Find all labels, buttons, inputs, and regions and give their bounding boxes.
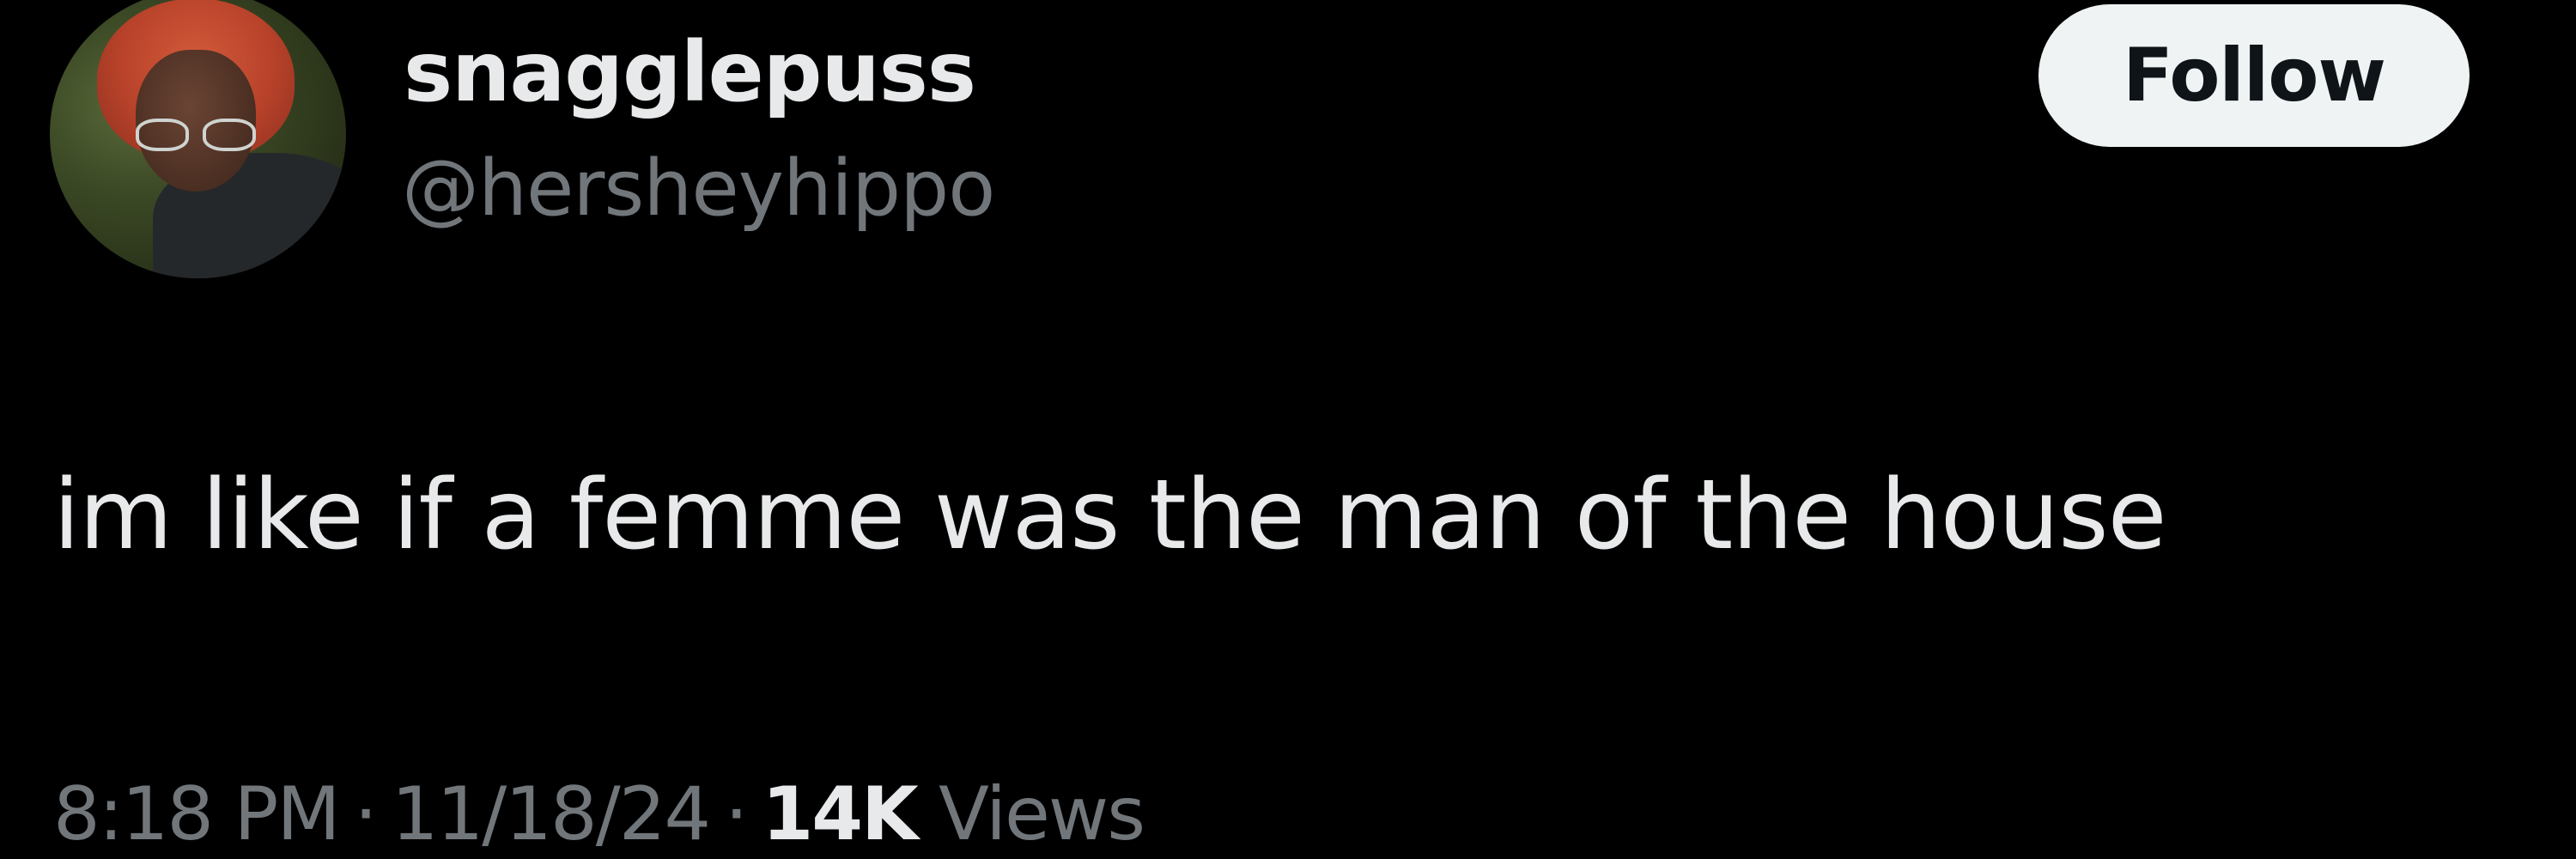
avatar-glasses <box>136 119 264 153</box>
tweet-card: snagglepuss @hersheyhippo Follow im like… <box>0 0 2576 859</box>
meta-separator: · <box>725 771 748 857</box>
tweet-meta: 8:18 PM · 11/18/24 · 14K Views <box>53 763 1145 859</box>
views-count[interactable]: 14K <box>762 771 918 857</box>
author-display-name[interactable]: snagglepuss <box>404 19 976 125</box>
follow-button[interactable]: Follow <box>2038 4 2470 147</box>
tweet-text: im like if a femme was the man of the ho… <box>53 460 2166 571</box>
meta-separator: · <box>354 771 378 857</box>
tweet-date[interactable]: 11/18/24 <box>392 771 711 857</box>
avatar[interactable] <box>50 0 346 278</box>
tweet-time[interactable]: 8:18 PM <box>53 771 341 857</box>
views-label[interactable]: Views <box>939 771 1145 857</box>
author-handle[interactable]: @hersheyhippo <box>402 137 995 241</box>
